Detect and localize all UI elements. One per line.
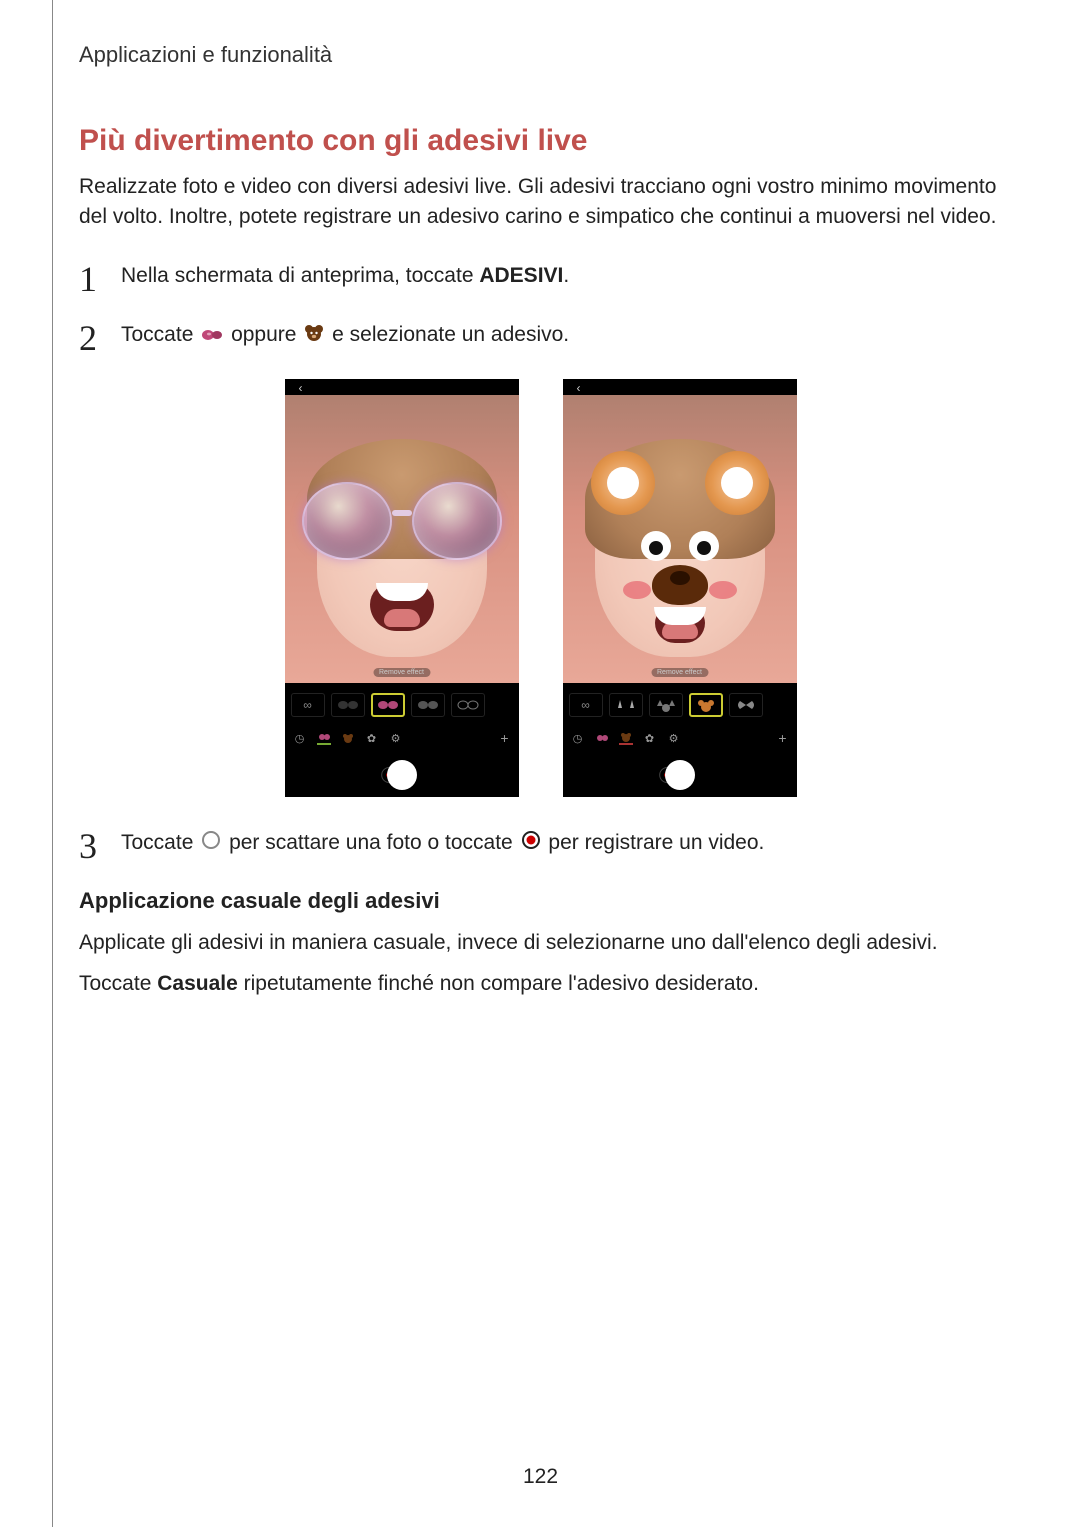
- timer-icon: ◷: [571, 731, 585, 745]
- section-title: Più divertimento con gli adesivi live: [79, 124, 1002, 158]
- sticker-glasses-3: [411, 693, 445, 717]
- sticker-butterfly: [729, 693, 763, 717]
- bear-ear-left: [591, 451, 655, 515]
- phone2-shutter-bar: [563, 753, 797, 797]
- phone1-photo: Remove effect: [285, 395, 519, 683]
- shutter-circle-icon: [201, 828, 221, 860]
- gear-icon: ⚙: [667, 731, 681, 745]
- phone-screenshot-bear: ‹ Remove effect: [563, 379, 797, 797]
- phone2-photo: Remove effect: [563, 395, 797, 683]
- glasses-category-icon: [317, 731, 331, 745]
- plus-icon: +: [778, 730, 786, 746]
- timer-icon: ◷: [293, 731, 307, 745]
- phone-screenshot-sunglasses: ‹ Remove effect ∞: [285, 379, 519, 797]
- screenshot-row: ‹ Remove effect ∞: [79, 379, 1002, 797]
- phone1-shutter-bar: [285, 753, 519, 797]
- sub-p2-bold: Casuale: [157, 972, 238, 995]
- bear-category-icon: [619, 731, 633, 745]
- gear-icon: ⚙: [389, 731, 403, 745]
- subsection-title: Applicazione casuale degli adesivi: [79, 888, 1002, 914]
- step-2-text-a: Toccate: [121, 323, 199, 346]
- sunglasses-overlay: [302, 482, 502, 562]
- sticker-glasses-4: [451, 693, 485, 717]
- step-3-text-b: per scattare una foto o toccate: [229, 831, 519, 854]
- glasses-sticker-icon: [201, 320, 223, 352]
- chapter-title: Applicazioni e funzionalità: [79, 42, 1028, 68]
- sub-p2-a: Toccate: [79, 972, 157, 995]
- remove-effect-label: Remove effect: [651, 668, 708, 677]
- back-icon: ‹: [299, 381, 303, 395]
- sticker-cat: [649, 693, 683, 717]
- bear-category-icon: [341, 731, 355, 745]
- shutter-button-icon: [665, 760, 695, 790]
- bear-ear-right: [705, 451, 769, 515]
- record-circle-icon: [521, 828, 541, 860]
- shutter-button-icon: [387, 760, 417, 790]
- sticker-bunny-ears: [609, 693, 643, 717]
- phone2-sticker-strip: ∞: [563, 683, 797, 723]
- content-area: Più divertimento con gli adesivi live Re…: [53, 124, 1028, 999]
- step-2: Toccate oppure: [79, 319, 1002, 351]
- page-number: 122: [523, 1465, 558, 1489]
- phone2-bottom-bar: ◷ ✿ ⚙ +: [563, 723, 797, 753]
- step-1-bold: ADESIVI: [479, 264, 563, 287]
- glasses-category-icon: [595, 731, 609, 745]
- remove-effect-label: Remove effect: [373, 668, 430, 677]
- stamp-icon: ✿: [643, 731, 657, 745]
- step-1: Nella schermata di anteprima, toccate AD…: [79, 260, 1002, 292]
- step-3-text-c: per registrare un video.: [548, 831, 764, 854]
- stamp-icon: ✿: [365, 731, 379, 745]
- phone1-sticker-strip: ∞: [285, 683, 519, 723]
- step-1-text-b: .: [563, 264, 569, 287]
- sticker-glasses-1: [331, 693, 365, 717]
- phone1-bottom-bar: ◷ ✿ ⚙ +: [285, 723, 519, 753]
- back-icon: ‹: [577, 381, 581, 395]
- bear-eye-left: [641, 531, 671, 561]
- steps-list: Nella schermata di anteprima, toccate AD…: [79, 260, 1002, 352]
- steps-list-continued: Toccate per scattare una foto o toccate …: [79, 827, 1002, 859]
- step-2-text-b: oppure: [231, 323, 302, 346]
- step-1-text-a: Nella schermata di anteprima, toccate: [121, 264, 479, 287]
- intro-paragraph: Realizzate foto e video con diversi ades…: [79, 172, 1002, 232]
- bear-eye-right: [689, 531, 719, 561]
- step-2-text-c: e selezionate un adesivo.: [332, 323, 569, 346]
- sticker-bear-selected: [689, 693, 723, 717]
- page: Applicazioni e funzionalità Più divertim…: [52, 0, 1028, 1527]
- sticker-random: ∞: [569, 693, 603, 717]
- plus-icon: +: [500, 730, 508, 746]
- step-3-text-a: Toccate: [121, 831, 199, 854]
- phone1-topbar: ‹: [285, 379, 519, 395]
- sticker-random: ∞: [291, 693, 325, 717]
- subsection-p1: Applicate gli adesivi in maniera casuale…: [79, 928, 1002, 958]
- sub-p2-b: ripetutamente finché non compare l'adesi…: [238, 972, 759, 995]
- sticker-glasses-2-selected: [371, 693, 405, 717]
- bear-snout: [652, 565, 708, 605]
- phone2-topbar: ‹: [563, 379, 797, 395]
- bear-sticker-icon: [304, 320, 324, 352]
- step-3: Toccate per scattare una foto o toccate …: [79, 827, 1002, 859]
- subsection-p2: Toccate Casuale ripetutamente finché non…: [79, 969, 1002, 999]
